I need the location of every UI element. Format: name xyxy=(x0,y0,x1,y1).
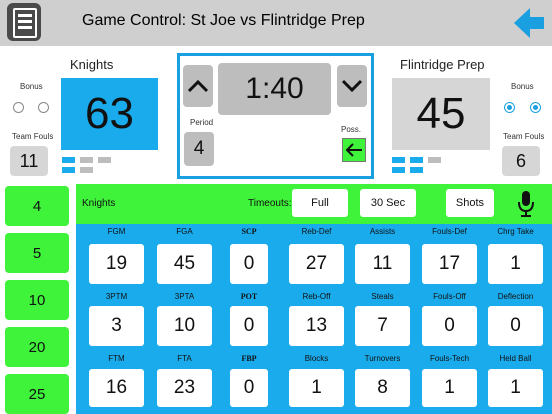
away-timeout-indicator xyxy=(428,157,441,163)
stat-value-button[interactable]: 27 xyxy=(289,244,344,284)
stat-label: Fouls-Tech xyxy=(429,354,470,363)
away-timeout-indicator xyxy=(392,157,405,163)
away-team-fouls[interactable]: 6 xyxy=(502,146,540,176)
stat-label: Chrg Take xyxy=(497,227,534,236)
chevron-up-icon xyxy=(187,79,209,93)
away-bonus-label: Bonus xyxy=(511,82,534,91)
30sec-timeout-button[interactable]: 30 Sec xyxy=(360,189,416,217)
home-team-fouls[interactable]: 11 xyxy=(10,146,48,176)
menu-icon xyxy=(13,8,37,38)
stat-label: Assists xyxy=(369,227,396,236)
page-title: Game Control: St Joe vs Flintridge Prep xyxy=(82,12,365,29)
stat-label: FGA xyxy=(176,227,193,236)
home-bonus-label: Bonus xyxy=(20,82,43,91)
stat-value-button[interactable]: 0 xyxy=(230,306,268,346)
home-bonus-radio-1[interactable] xyxy=(13,102,24,113)
player-button[interactable]: 4 xyxy=(5,186,69,226)
stat-value-button[interactable]: 1 xyxy=(422,369,477,407)
player-button[interactable]: 5 xyxy=(5,233,69,273)
possession-button[interactable] xyxy=(342,138,366,162)
stat-value-button[interactable]: 11 xyxy=(355,244,410,284)
stat-label: Blocks xyxy=(304,354,329,363)
stat-value-button[interactable]: 19 xyxy=(89,244,144,284)
period-value[interactable]: 4 xyxy=(184,132,214,166)
home-timeout-indicator xyxy=(80,167,93,173)
home-bonus-radio-2[interactable] xyxy=(38,102,49,113)
stat-label: FTM xyxy=(108,354,125,363)
stat-label: Reb-Off xyxy=(302,292,331,301)
stat-value-button[interactable]: 0 xyxy=(422,306,477,346)
stat-label: Held Ball xyxy=(499,354,532,363)
away-team-name: Flintridge Prep xyxy=(400,57,485,72)
stat-value-button[interactable]: 45 xyxy=(157,244,212,284)
possession-label: Poss. xyxy=(341,125,362,134)
stat-label: FBP xyxy=(241,354,257,363)
home-team-name: Knights xyxy=(70,57,114,72)
stat-value-button[interactable]: 3 xyxy=(89,306,144,346)
stat-label: 3PTA xyxy=(174,292,195,301)
away-bonus-radio-2[interactable] xyxy=(530,102,541,113)
timeouts-label: Timeouts: xyxy=(248,198,292,209)
stat-value-button[interactable]: 7 xyxy=(355,306,410,346)
player-button[interactable]: 20 xyxy=(5,327,69,367)
home-score[interactable]: 63 xyxy=(61,78,158,150)
away-timeout-indicator xyxy=(410,167,423,173)
game-clock[interactable]: 1:40 xyxy=(218,63,331,115)
stat-label: 3PTM xyxy=(105,292,128,301)
home-timeout-indicator xyxy=(62,157,75,163)
player-button[interactable]: 25 xyxy=(5,374,69,414)
home-timeout-indicator xyxy=(62,167,75,173)
shots-button[interactable]: Shots xyxy=(446,189,494,217)
home-timeout-indicator xyxy=(98,157,111,163)
player-button[interactable]: 10 xyxy=(5,280,69,320)
arrow-left-icon xyxy=(345,143,362,157)
stat-label: FTA xyxy=(177,354,192,363)
stat-value-button[interactable]: 0 xyxy=(230,369,268,407)
chevron-down-icon xyxy=(341,79,363,93)
stat-value-button[interactable]: 23 xyxy=(157,369,212,407)
stat-label: Reb-Def xyxy=(301,227,332,236)
stat-label: POT xyxy=(240,292,258,301)
away-timeout-indicator xyxy=(410,157,423,163)
stat-label: Turnovers xyxy=(364,354,401,363)
stat-value-button[interactable]: 8 xyxy=(355,369,410,407)
stat-value-button[interactable]: 1 xyxy=(289,369,344,407)
stat-value-button[interactable]: 17 xyxy=(422,244,477,284)
menu-button[interactable] xyxy=(7,3,41,41)
clock-down-button[interactable] xyxy=(337,65,367,107)
stat-label: Steals xyxy=(371,292,394,301)
period-label: Period xyxy=(190,118,214,127)
back-arrow-icon[interactable] xyxy=(514,6,544,40)
stat-value-button[interactable]: 16 xyxy=(89,369,144,407)
home-team-fouls-label: Team Fouls xyxy=(12,132,54,141)
stat-label: Fouls-Off xyxy=(433,292,466,301)
microphone-icon[interactable] xyxy=(516,190,536,218)
stat-value-button[interactable]: 1 xyxy=(488,244,543,284)
away-score[interactable]: 45 xyxy=(392,78,490,150)
clock-up-button[interactable] xyxy=(183,65,213,107)
stat-label: Fouls-Def xyxy=(432,227,467,236)
away-timeout-indicator xyxy=(392,167,405,173)
away-bonus-radio-1[interactable] xyxy=(504,102,515,113)
stat-value-button[interactable]: 0 xyxy=(230,244,268,284)
stat-value-button[interactable]: 0 xyxy=(488,306,543,346)
stat-value-button[interactable]: 13 xyxy=(289,306,344,346)
full-timeout-button[interactable]: Full xyxy=(292,189,348,217)
stat-label: SCP xyxy=(241,227,257,236)
stat-label: Deflection xyxy=(497,292,534,301)
stats-team-name: Knights xyxy=(82,198,116,209)
away-team-fouls-label: Team Fouls xyxy=(503,132,545,141)
stat-label: FGM xyxy=(107,227,126,236)
home-timeout-indicator xyxy=(80,157,93,163)
stat-value-button[interactable]: 1 xyxy=(488,369,543,407)
stat-value-button[interactable]: 10 xyxy=(157,306,212,346)
